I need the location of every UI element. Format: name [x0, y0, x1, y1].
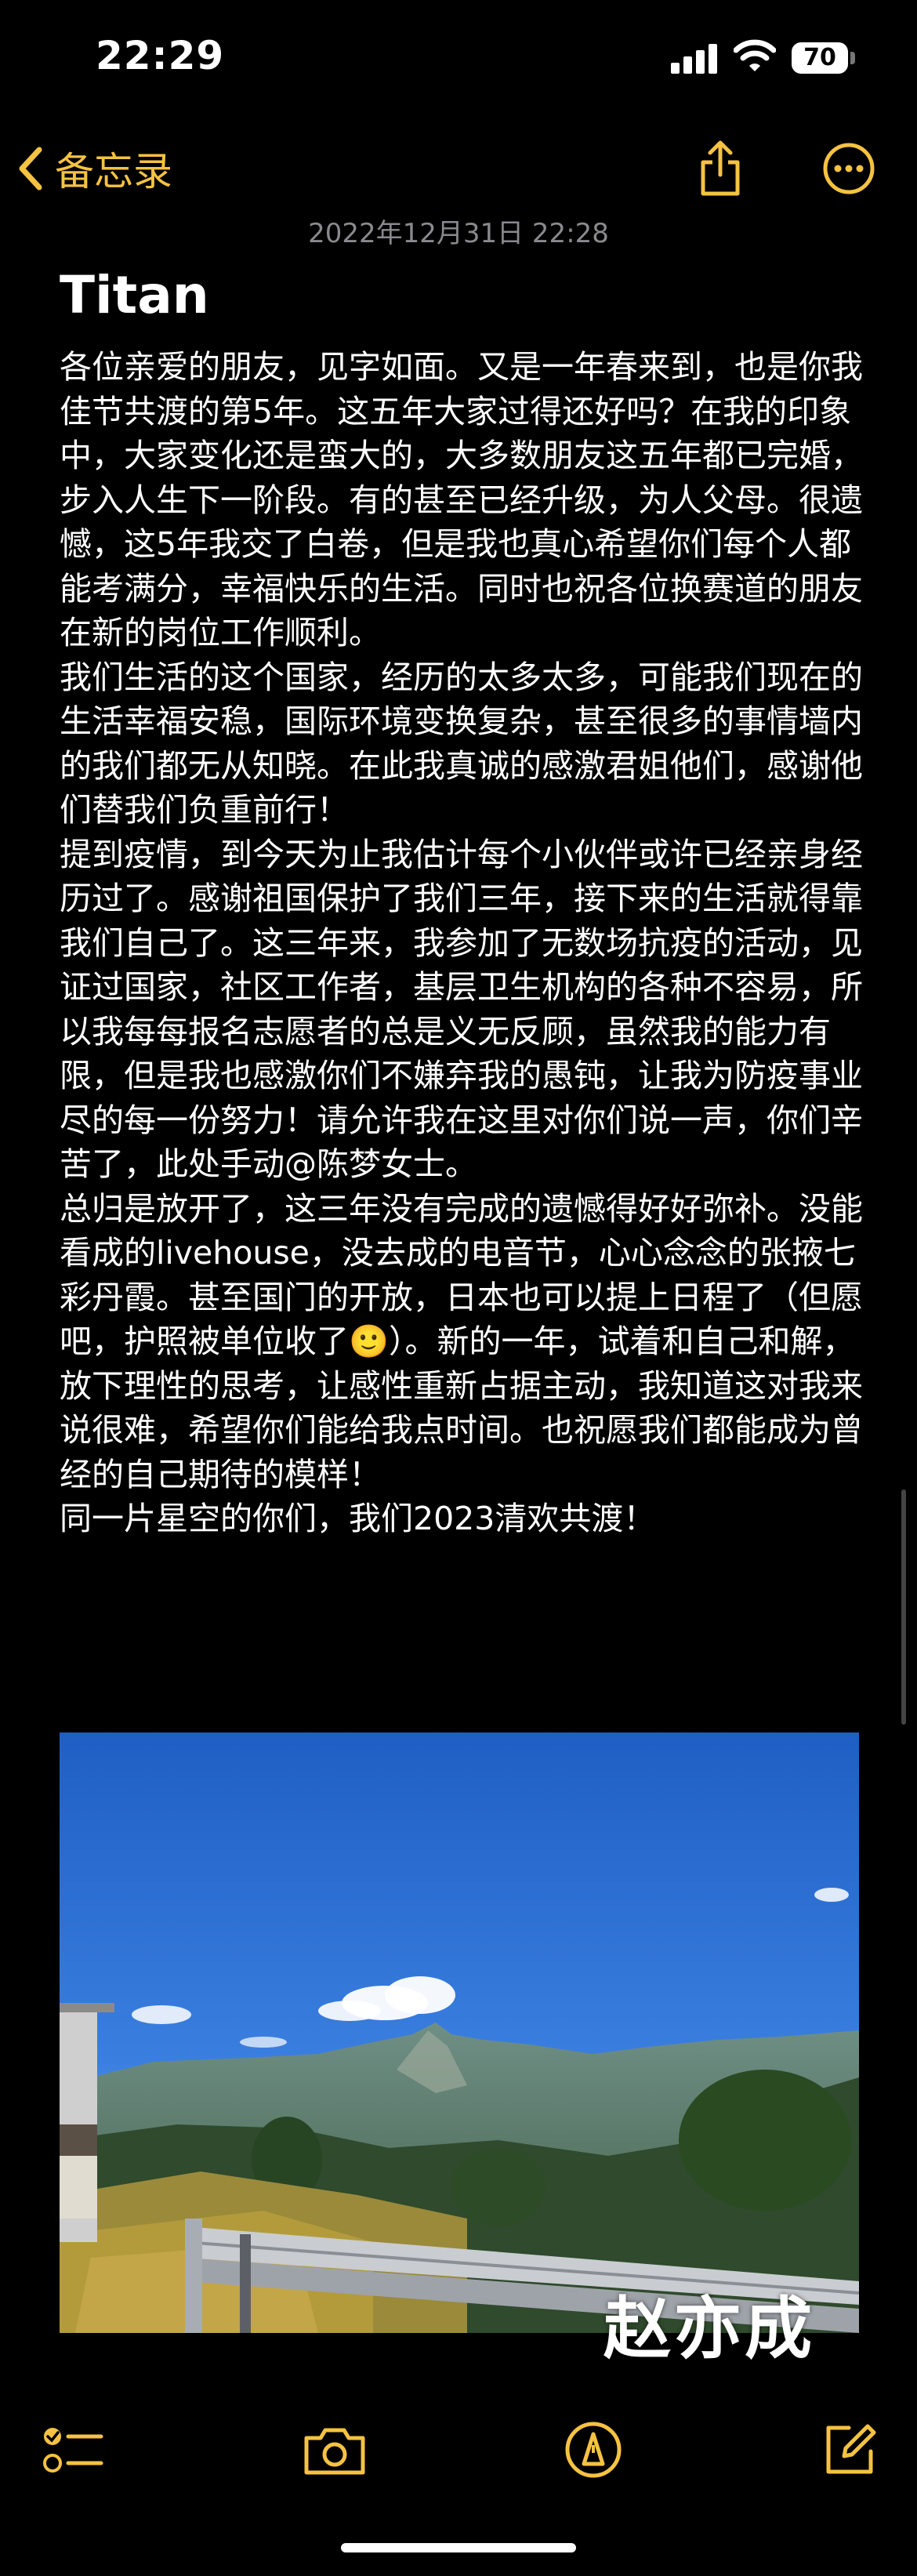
note-body[interactable]: 各位亲爱的朋友，见字如面。又是一年春来到，也是你我佳节共渡的第5年。这五年大家过… [60, 345, 867, 1541]
battery-indicator: 70 [792, 42, 848, 74]
photo-watermark: 赵亦成 [603, 2290, 815, 2368]
chevron-left-icon [19, 147, 42, 190]
share-button[interactable] [685, 133, 756, 204]
markup-button[interactable] [558, 2415, 629, 2485]
bottom-toolbar [0, 2407, 917, 2493]
note-paragraph: 总归是放开了，这三年没有完成的遗憾得好好弥补。没能看成的livehouse，没去… [60, 1189, 863, 1493]
markup-pen-icon [565, 2422, 622, 2478]
home-indicator[interactable] [341, 2543, 576, 2552]
more-button[interactable] [814, 133, 884, 204]
note-paragraph: 同一片星空的你们，我们2023清欢共渡！ [60, 1500, 656, 1537]
cellular-signal-icon [671, 44, 718, 74]
compose-icon [826, 2424, 876, 2474]
attached-photo[interactable] [60, 1732, 859, 2333]
battery-tip [850, 52, 855, 64]
checklist-button[interactable] [38, 2415, 108, 2485]
navigation-bar: 备忘录 [0, 125, 917, 212]
note-paragraph: 我们生活的这个国家，经历的太多太多，可能我们现在的生活幸福安稳，国际环境变换复杂… [60, 658, 863, 829]
scroll-indicator[interactable] [901, 1489, 906, 1725]
share-icon [701, 140, 740, 196]
note-paragraph: 各位亲爱的朋友，见字如面。又是一年春来到，也是你我佳节共渡的第5年。这五年大家过… [60, 348, 863, 651]
status-time: 22:29 [96, 33, 225, 78]
note-title[interactable]: Titan [60, 265, 209, 325]
note-date: 2022年12月31日 22:28 [308, 218, 609, 249]
compose-button[interactable] [815, 2415, 886, 2485]
camera-button[interactable] [299, 2415, 370, 2485]
camera-icon [304, 2428, 365, 2475]
status-bar: 22:29 70 [0, 0, 917, 118]
back-button[interactable]: 备忘录 [17, 133, 172, 204]
wifi-icon [733, 38, 777, 74]
checklist-icon [43, 2428, 103, 2473]
note-paragraph: 提到疫情，到今天为止我估计每个小伙伴或许已经亲身经历过了。感谢祖国保护了我们三年… [60, 835, 863, 1184]
more-icon [823, 143, 875, 194]
back-label: 备忘录 [55, 149, 172, 194]
